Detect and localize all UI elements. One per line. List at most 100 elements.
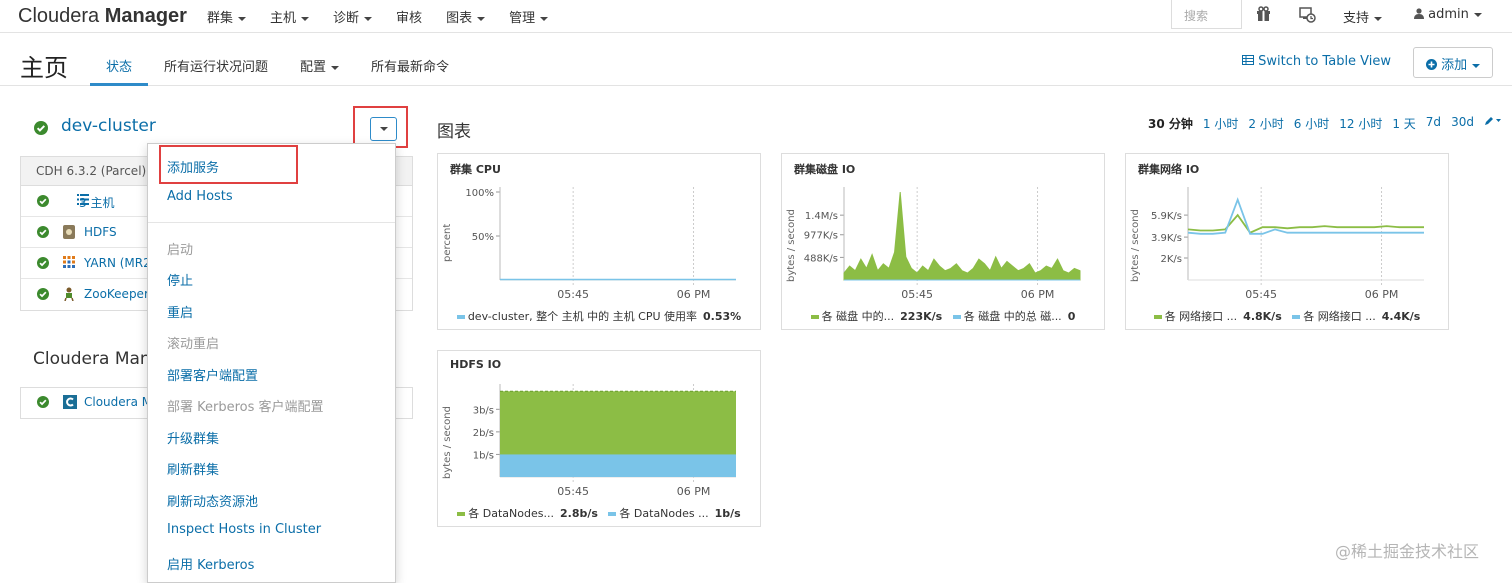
gift-icon[interactable] [1256,6,1271,26]
charts-section-title: 图表 [437,122,471,142]
cluster-actions-dropdown-button[interactable] [370,117,397,141]
service-link-zookeeper[interactable]: ZooKeeper [84,287,149,301]
search-input[interactable]: 搜索 [1171,0,1242,29]
tab-configuration[interactable]: 配置 [284,39,355,86]
legend-label: 各 DataNodes ... [619,507,709,520]
chart-panel-disk-io[interactable]: 群集磁盘 IO bytes / second 05:45 06 PM 1.4M/s 9… [781,153,1105,330]
chart-legend: dev-cluster, 整个 主机 中的 主机 CPU 使用率 0.53% [438,308,760,324]
menu-item-upgrade-cluster[interactable]: 升级群集 [167,428,219,447]
time-range-option[interactable]: 12 小时 [1339,115,1382,132]
chevron-down-icon [380,127,388,131]
service-link-cloudera-manager[interactable]: Cloudera M [84,395,152,409]
legend-swatch [952,315,961,319]
menu-item-enable-kerberos[interactable]: 启用 Kerberos [167,554,254,573]
service-link-yarn[interactable]: YARN (MR2 [84,256,151,270]
legend-label: 各 磁盘 中的总 磁... [963,310,1062,323]
main-nav: 群集 主机 诊断 审核 图表 管理 [207,0,572,33]
y-tick-label: 1.4M/s [805,211,838,222]
page-header: 主页 状态 所有运行状况问题 配置 所有最新命令 Switch to Table… [0,39,1512,86]
menu-item-add-hosts[interactable]: Add Hosts [167,189,233,204]
chart-panel-network-io[interactable]: 群集网络 IO bytes / second 05:45 06 PM 5.9K/s 3… [1125,153,1449,330]
chart-plot: 05:45 06 PM 1.4M/s 977K/s 488K/s [804,187,1081,299]
chevron-down-icon [540,16,549,21]
menu-item-stop[interactable]: 停止 [167,270,193,289]
menu-item-refresh-cluster[interactable]: 刷新群集 [167,459,219,478]
legend-label: 各 网络接口 ... [1303,310,1376,323]
legend-value: 0 [1067,310,1076,323]
time-range-option[interactable]: 6 小时 [1294,115,1329,132]
chart-legend: 各 网络接口 ... 4.8K/s 各 网络接口 ... 4.4K/s [1126,308,1448,324]
chart-panel-hdfs-io[interactable]: HDFS IO bytes / second 05:45 06 PM 3b/s 2b/… [437,350,761,527]
y-tick-label: 50% [472,232,494,243]
time-range-option[interactable]: 7d [1426,115,1441,132]
time-range-option[interactable]: 1 小时 [1203,115,1238,132]
menu-item-deploy-client-config[interactable]: 部署客户端配置 [167,365,258,384]
legend-swatch [810,315,819,319]
x-tick-label: 05:45 [1245,288,1277,299]
chevron-down-icon [1374,16,1383,21]
legend-label: 各 磁盘 中的... [821,310,895,323]
y-tick-label: 5.9K/s [1151,211,1182,222]
y-tick-label: 100% [465,188,494,199]
cloudera-manager-section-title: Cloudera Mana [33,349,162,369]
chart-panel-cpu[interactable]: 群集 CPU percent 05:45 06 PM 100% 50% dev-clu… [437,153,761,330]
chevron-down-icon [364,16,373,21]
cluster-name-link[interactable]: dev-cluster [61,116,156,136]
nav-hosts[interactable]: 主机 [270,7,310,26]
legend-label: dev-cluster, 整个 主机 中的 主机 CPU 使用率 [467,310,697,323]
legend-swatch [456,315,465,319]
nav-audits[interactable]: 审核 [396,7,422,26]
switch-to-table-view-link[interactable]: Switch to Table View [1242,54,1391,69]
chevron-down-icon [331,65,340,70]
edit-pencil-icon[interactable] [1484,115,1502,132]
menu-item-refresh-pools[interactable]: 刷新动态资源池 [167,491,258,510]
nav-admin[interactable]: 管理 [509,7,549,26]
nav-diagnostics[interactable]: 诊断 [333,7,373,26]
tab-status[interactable]: 状态 [90,39,149,86]
service-link-hosts[interactable]: 3 主机 [79,194,114,211]
legend-value: 4.8K/s [1243,310,1282,323]
time-range-option[interactable]: 1 天 [1392,115,1415,132]
x-tick-label: 05:45 [901,288,933,299]
menu-item-restart[interactable]: 重启 [167,302,193,321]
hdfs-icon [63,225,75,242]
y-tick-label: 488K/s [804,253,838,264]
nav-charts[interactable]: 图表 [446,7,486,26]
time-range-option[interactable]: 2 小时 [1248,115,1283,132]
menu-divider [148,222,395,223]
ok-status-icon [37,257,49,272]
user-menu[interactable]: admin [1414,7,1482,22]
brand-logo[interactable]: Cloudera Manager [18,5,187,28]
running-commands-icon[interactable] [1299,6,1316,27]
ok-status-icon [37,288,49,303]
time-range-option[interactable]: 30 分钟 [1148,115,1193,132]
chevron-down-icon [238,16,247,21]
y-tick-label: 2b/s [473,428,494,439]
time-range-selector: 30 分钟 1 小时 2 小时 6 小时 12 小时 1 天 7d 30d [1148,115,1512,132]
time-range-option[interactable]: 30d [1451,115,1474,132]
service-link-hdfs[interactable]: HDFS [84,225,117,239]
x-tick-label: 06 PM [677,288,711,299]
legend-value: 1b/s [714,507,741,520]
chevron-down-icon [477,16,486,21]
legend-swatch [1292,315,1301,319]
ok-status-icon [34,120,48,139]
plus-circle-icon [1426,59,1437,70]
highlight-box [159,145,298,184]
add-button[interactable]: 添加 [1413,47,1493,78]
legend-value: 0.53% [703,310,742,323]
ok-status-icon [37,226,49,241]
series-line [1187,213,1424,234]
tab-health-issues[interactable]: 所有运行状况问题 [148,39,284,86]
top-navbar: Cloudera Manager 群集 主机 诊断 审核 图表 管理 搜索 支持… [0,0,1512,33]
tab-recent-commands[interactable]: 所有最新命令 [355,39,465,86]
chart-plot: 05:45 06 PM 100% 50% [465,187,736,299]
x-tick-label: 06 PM [1021,288,1055,299]
page-tabs: 状态 所有运行状况问题 配置 所有最新命令 [90,39,465,86]
nav-clusters[interactable]: 群集 [207,7,247,26]
zookeeper-icon [63,287,75,304]
menu-item-start: 启动 [167,243,194,258]
support-menu[interactable]: 支持 [1343,7,1383,26]
chevron-down-icon [1473,12,1482,17]
menu-item-inspect-hosts[interactable]: Inspect Hosts in Cluster [167,522,321,537]
